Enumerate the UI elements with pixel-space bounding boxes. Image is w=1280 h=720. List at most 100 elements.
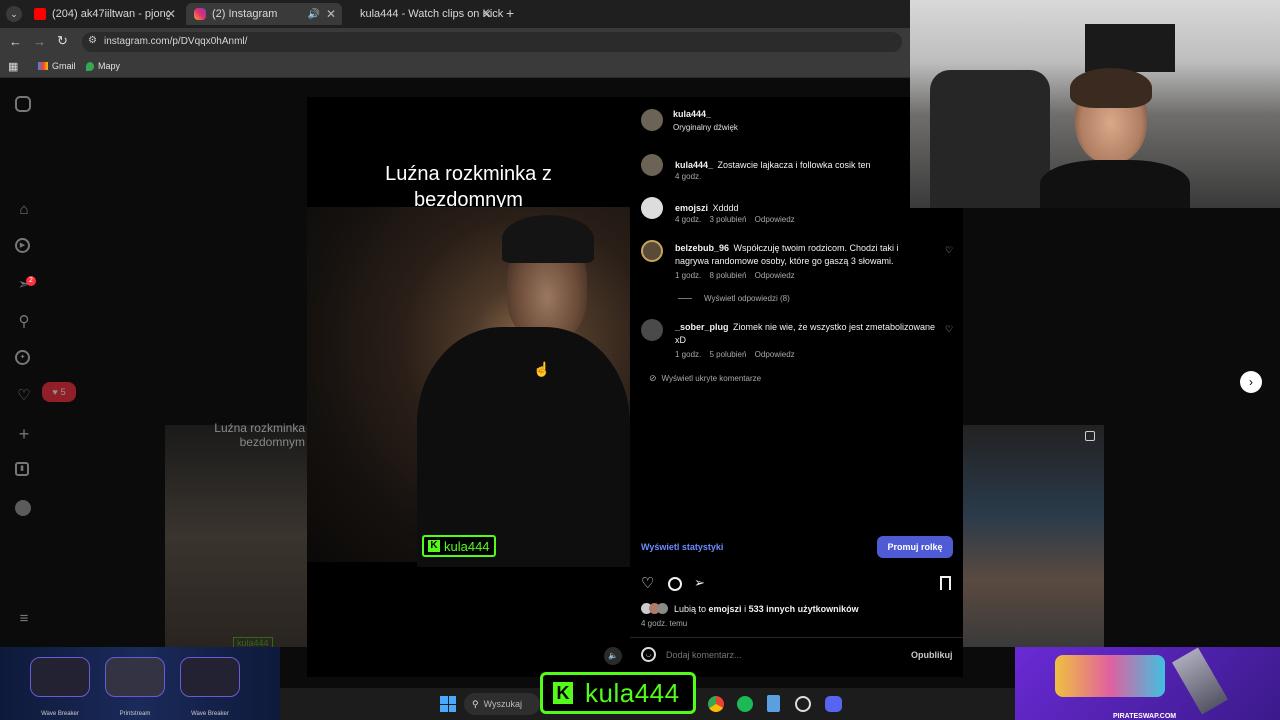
view-replies-button[interactable]: Wyświetl odpowiedzi (8) <box>678 294 790 303</box>
tab-label: (2) Instagram <box>212 8 278 20</box>
author-username[interactable]: kula444_ <box>673 109 711 119</box>
discord-taskbar-icon[interactable] <box>825 696 842 712</box>
next-reel-preview[interactable] <box>963 425 1104 647</box>
video-caption: Luźna rozkminka z bezdomnym <box>385 163 552 211</box>
comment-composer: ◡ Opublikuj <box>630 637 963 671</box>
kick-k-icon: K <box>553 682 573 704</box>
address-bar[interactable]: ⚙ instagram.com/p/DVqqx0hAnml/ <box>82 32 902 52</box>
comment-avatar[interactable] <box>641 154 663 176</box>
bookmark-maps[interactable]: Mapy <box>86 61 120 71</box>
comment-likes[interactable]: 3 polubień <box>709 215 746 224</box>
app-taskbar-icon[interactable] <box>795 696 811 712</box>
reel-video-player[interactable]: Luźna rozkminka z bezdomnym K kula444 ☝ … <box>307 97 630 677</box>
comment-username[interactable]: kula444_ <box>675 160 713 170</box>
profile-avatar[interactable] <box>15 500 31 516</box>
dashboard-icon[interactable]: ▮ <box>15 462 29 476</box>
save-bookmark-icon[interactable] <box>940 576 951 590</box>
likes-popup[interactable]: ♥ 5 <box>42 382 76 402</box>
comment-username[interactable]: _sober_plug <box>675 322 729 332</box>
reply-button[interactable]: Odpowiedz <box>755 350 795 359</box>
hidden-comments-button[interactable]: ⊘ Wyświetl ukryte komentarze <box>649 373 761 384</box>
tab-list-dropdown-button[interactable]: ⌄ <box>6 6 22 22</box>
comment-bubble-icon[interactable] <box>668 577 682 591</box>
comment-likes[interactable]: 8 polubień <box>709 271 746 280</box>
publish-button[interactable]: Opublikuj <box>911 650 953 660</box>
like-comment-heart-icon[interactable]: ♡ <box>945 245 953 256</box>
close-tab-icon[interactable]: ✕ <box>482 7 492 21</box>
share-send-icon[interactable]: ➢ <box>694 575 705 591</box>
forward-icon[interactable]: → <box>33 34 46 49</box>
spotify-taskbar-icon[interactable] <box>737 696 753 712</box>
mute-toggle-icon[interactable]: 🔈 <box>604 647 622 665</box>
comment-avatar[interactable] <box>641 240 663 262</box>
comment: kula444_ Zostawcie lajkacza i followka c… <box>675 155 915 173</box>
comment-meta: 1 godz. 5 polubień Odpowiedz <box>675 350 795 359</box>
start-windows-icon[interactable] <box>440 696 456 712</box>
close-tab-icon[interactable]: ✕ <box>326 7 336 21</box>
back-icon[interactable]: ← <box>9 34 22 49</box>
comment-meta: 4 godz. 3 polubień Odpowiedz <box>675 215 795 224</box>
comment-likes[interactable]: 5 polubień <box>709 350 746 359</box>
comment-avatar[interactable] <box>641 197 663 219</box>
add-comment-input[interactable] <box>666 647 886 663</box>
home-icon[interactable]: ⌂ <box>15 201 33 219</box>
taskbar-search[interactable]: ⚲ Wyszukaj <box>464 693 540 715</box>
close-tab-icon[interactable]: ✕ <box>166 7 176 21</box>
skin-name: Wave Breaker <box>41 711 79 717</box>
more-menu-icon[interactable]: ≡ <box>15 610 33 628</box>
create-icon[interactable]: + <box>15 425 33 443</box>
previous-reel-preview[interactable]: Luźna rozkminka bezdomnym kula444 <box>165 421 307 649</box>
skin-item <box>180 657 240 697</box>
next-reel-chevron-button[interactable]: › <box>1240 371 1262 393</box>
notifications-heart-icon[interactable]: ♡ <box>15 387 33 405</box>
likes-others-link[interactable]: 533 innych użytkowników <box>749 604 859 614</box>
maps-pin-icon <box>86 61 94 71</box>
bookmark-label: Gmail <box>52 61 76 71</box>
notifications-badge: 2 <box>26 276 36 286</box>
post-time: 4 godz. temu <box>641 619 688 628</box>
hidden-comments-label: Wyświetl ukryte komentarze <box>661 374 762 383</box>
comment-username[interactable]: emojszi <box>675 203 708 213</box>
notepad-taskbar-icon[interactable] <box>767 695 780 712</box>
author-avatar[interactable] <box>641 109 663 131</box>
reload-icon[interactable]: ↻ <box>57 33 68 49</box>
emoji-icon[interactable]: ◡ <box>641 647 656 662</box>
kick-watermark-label: kula444 <box>444 538 490 554</box>
comment-time: 4 godz. <box>675 215 702 224</box>
comment-time: 4 godz. <box>675 172 702 181</box>
view-replies-label: Wyświetl odpowiedzi (8) <box>704 294 790 303</box>
tab-kick[interactable]: kula444 - Watch clips on Kick ✕ <box>346 3 503 25</box>
bookmark-gmail[interactable]: Gmail <box>38 61 76 71</box>
reply-button[interactable]: Odpowiedz <box>755 271 795 280</box>
comment-text: Zostawcie lajkacza i followka cosik ten <box>717 160 871 170</box>
audio-label[interactable]: Oryginalny dźwięk <box>673 123 738 132</box>
knife-skin-graphic <box>1172 647 1228 715</box>
apps-grid-icon[interactable]: ▦ <box>8 60 18 73</box>
comment-avatar[interactable] <box>641 319 663 341</box>
promote-reel-button[interactable]: Promuj rolkę <box>877 536 953 558</box>
instagram-logo-icon[interactable] <box>15 96 31 112</box>
like-heart-icon[interactable]: ♡ <box>641 574 654 592</box>
view-stats-link[interactable]: Wyświetl statystyki <box>641 542 723 552</box>
reels-icon[interactable]: ▶ <box>15 238 30 253</box>
tab-instagram[interactable]: (2) Instagram 🔊 ✕ <box>186 3 342 25</box>
explore-icon[interactable]: ✦ <box>15 350 30 365</box>
search-icon[interactable]: ⚲ <box>15 313 33 331</box>
webcam-monitor <box>1085 24 1175 72</box>
likes-prefix: Lubią to <box>674 603 707 614</box>
likes-summary: Lubią to emojszi i 533 innych użytkownik… <box>641 603 859 614</box>
kick-watermark: K kula444 <box>422 535 496 557</box>
likes-user[interactable]: emojszi <box>709 604 742 614</box>
new-tab-button[interactable]: + <box>506 5 514 21</box>
kick-k-icon: K <box>428 540 440 552</box>
tab-youtube[interactable]: (204) ak47iiltwan - pjongjang - ✕ <box>26 3 182 25</box>
browser-toolbar: ← → ↻ ⚙ instagram.com/p/DVqqx0hAnml/ <box>0 28 910 56</box>
chrome-taskbar-icon[interactable] <box>708 696 724 712</box>
site-info-icon[interactable]: ⚙ <box>88 35 97 46</box>
youtube-icon <box>34 8 46 20</box>
reply-button[interactable]: Odpowiedz <box>755 215 795 224</box>
comment-time: 1 godz. <box>675 271 702 280</box>
like-comment-heart-icon[interactable]: ♡ <box>945 324 953 335</box>
comment-username[interactable]: belzebub_96 <box>675 243 729 253</box>
speaker-icon[interactable]: 🔊 <box>308 9 320 20</box>
